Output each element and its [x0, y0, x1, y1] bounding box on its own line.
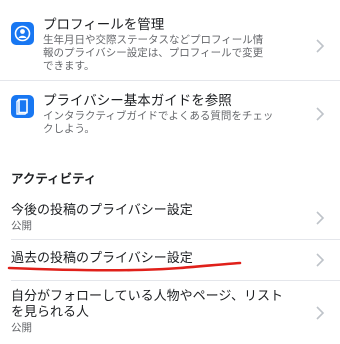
privacy-guide-title: プライバシー基本ガイドを参照 [43, 93, 232, 109]
past-posts-privacy-title: 過去の投稿のプライバシー設定 [11, 251, 193, 266]
privacy-guide-desc-line2: クしよう。 [43, 123, 95, 135]
manage-profile-title: プロフィールを管理 [43, 17, 165, 33]
future-posts-privacy-row[interactable]: 今後の投稿のプライバシー設定 公開 [0, 195, 340, 237]
following-visibility-value: 公開 [11, 322, 32, 334]
future-posts-privacy-value: 公開 [11, 220, 32, 232]
chevron-right-icon [314, 252, 326, 268]
manage-profile-desc-line3: できます。 [43, 60, 95, 72]
chevron-right-icon [314, 38, 326, 54]
past-posts-privacy-row[interactable]: 過去の投稿のプライバシー設定 [0, 240, 340, 280]
activity-section-title: アクティビティ [11, 171, 97, 186]
following-visibility-title-line1: 自分がフォローしている人物やページ、リスト [11, 289, 283, 304]
chevron-right-icon [314, 106, 326, 122]
following-visibility-title-line2: を見られる人 [11, 305, 90, 320]
manage-profile-row[interactable]: プロフィールを管理 生年月日や交際ステータスなどプロフィール情 報のプライバシー… [0, 0, 340, 72]
section-gap [0, 148, 340, 156]
chevron-right-icon [314, 305, 326, 321]
future-posts-privacy-title: 今後の投稿のプライバシー設定 [11, 203, 193, 218]
guide-book-icon [11, 95, 34, 118]
manage-profile-desc-line2: 報のプライバシー設定は、プロフィールで変更 [43, 47, 264, 59]
privacy-guide-row[interactable]: プライバシー基本ガイドを参照 インタラクティブガイドでよくある質問をチェッ クし… [0, 81, 340, 141]
manage-profile-desc-line1: 生年月日や交際ステータスなどプロフィール情 [43, 34, 264, 46]
following-visibility-row[interactable]: 自分がフォローしている人物やページ、リスト を見られる人 公開 [0, 281, 340, 341]
privacy-guide-desc-line1: インタラクティブガイドでよくある質問をチェッ [43, 110, 274, 122]
profile-icon [11, 22, 34, 45]
chevron-right-icon [314, 210, 326, 226]
